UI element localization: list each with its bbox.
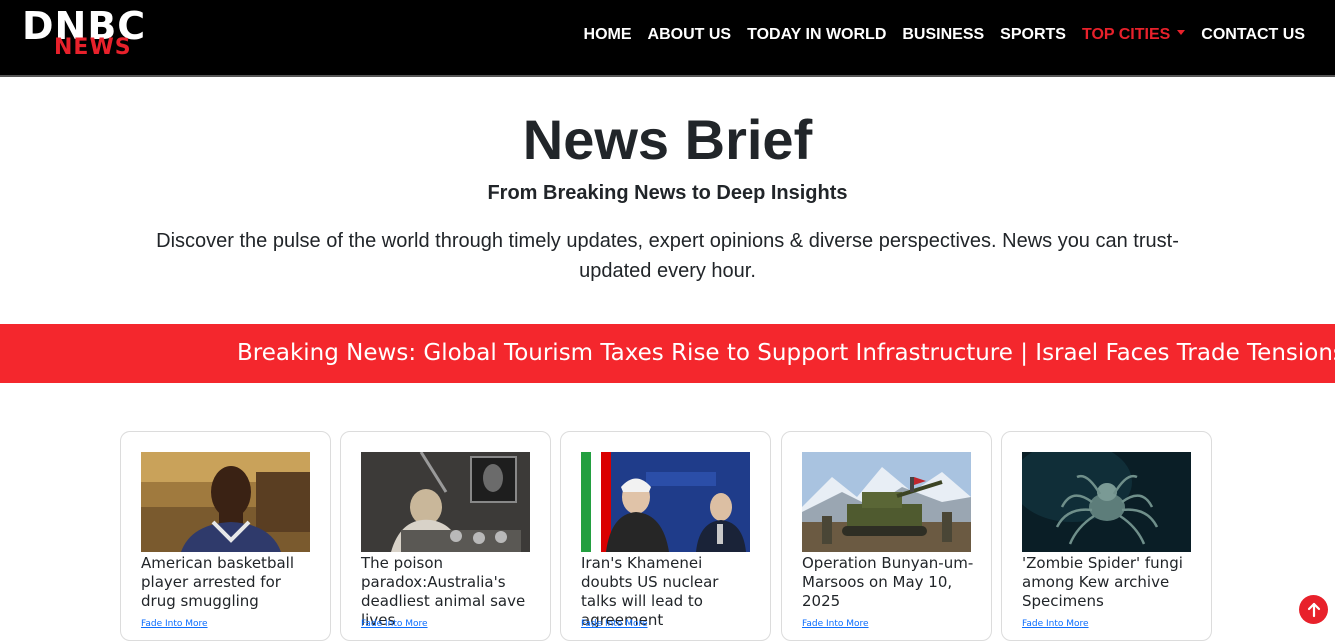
news-card[interactable]: The poison paradox:Australia's deadliest… (340, 431, 551, 641)
arrow-up-icon (1307, 602, 1320, 617)
nav-item-contact-us[interactable]: CONTACT US (1201, 24, 1305, 46)
spider-image[interactable] (1022, 452, 1191, 552)
nav-item-today-in-world[interactable]: TODAY IN WORLD (747, 24, 886, 46)
navbar: DNBC NEWS HOME ABOUT US TODAY IN WORLD B… (0, 0, 1335, 77)
nav-item-home[interactable]: HOME (584, 24, 632, 46)
card-title[interactable]: American basketball player arrested for … (141, 554, 313, 611)
caret-down-icon (1177, 30, 1186, 36)
nav-item-business[interactable]: BUSINESS (902, 24, 984, 46)
main-nav: HOME ABOUT US TODAY IN WORLD BUSINESS SP… (584, 24, 1305, 46)
ticker-text[interactable]: Breaking News: Global Tourism Taxes Rise… (237, 338, 1335, 368)
site-logo[interactable]: DNBC NEWS (22, 6, 182, 66)
nav-item-top-cities[interactable]: TOP CITIES (1081, 24, 1186, 46)
card-title[interactable]: Operation Bunyan-um-Marsoos on May 10, 2… (802, 554, 974, 611)
read-more-link[interactable]: Fade Into More (1022, 619, 1089, 629)
news-card[interactable]: Iran's Khamenei doubts US nuclear talks … (560, 431, 771, 641)
page-description: Discover the pulse of the world through … (156, 230, 1179, 282)
read-more-link[interactable]: Fade Into More (581, 619, 648, 629)
news-card[interactable]: Operation Bunyan-um-Marsoos on May 10, 2… (781, 431, 992, 641)
page-subtitle: From Breaking News to Deep Insights (487, 182, 848, 204)
read-more-link[interactable]: Fade Into More (141, 619, 208, 629)
read-more-link[interactable]: Fade Into More (361, 619, 428, 629)
lab-researcher-image[interactable] (361, 452, 530, 552)
nav-item-sports[interactable]: SPORTS (1000, 24, 1066, 46)
news-card[interactable]: American basketball player arrested for … (120, 431, 331, 641)
page-title: News Brief (522, 108, 813, 171)
diplomatic-meeting-image[interactable] (581, 452, 750, 552)
card-title[interactable]: 'Zombie Spider' fungi among Kew archive … (1022, 554, 1194, 611)
basketball-player-image[interactable] (141, 452, 310, 552)
nav-item-about-us[interactable]: ABOUT US (648, 24, 732, 46)
tank-soldiers-image[interactable] (802, 452, 971, 552)
nav-item-top-cities-label: TOP CITIES (1081, 26, 1171, 43)
read-more-link[interactable]: Fade Into More (802, 619, 869, 629)
scroll-to-top-button[interactable] (1299, 595, 1328, 624)
breaking-news-ticker: Breaking News: Global Tourism Taxes Rise… (0, 324, 1335, 383)
logo-line2: NEWS (54, 35, 132, 60)
news-card[interactable]: 'Zombie Spider' fungi among Kew archive … (1001, 431, 1212, 641)
